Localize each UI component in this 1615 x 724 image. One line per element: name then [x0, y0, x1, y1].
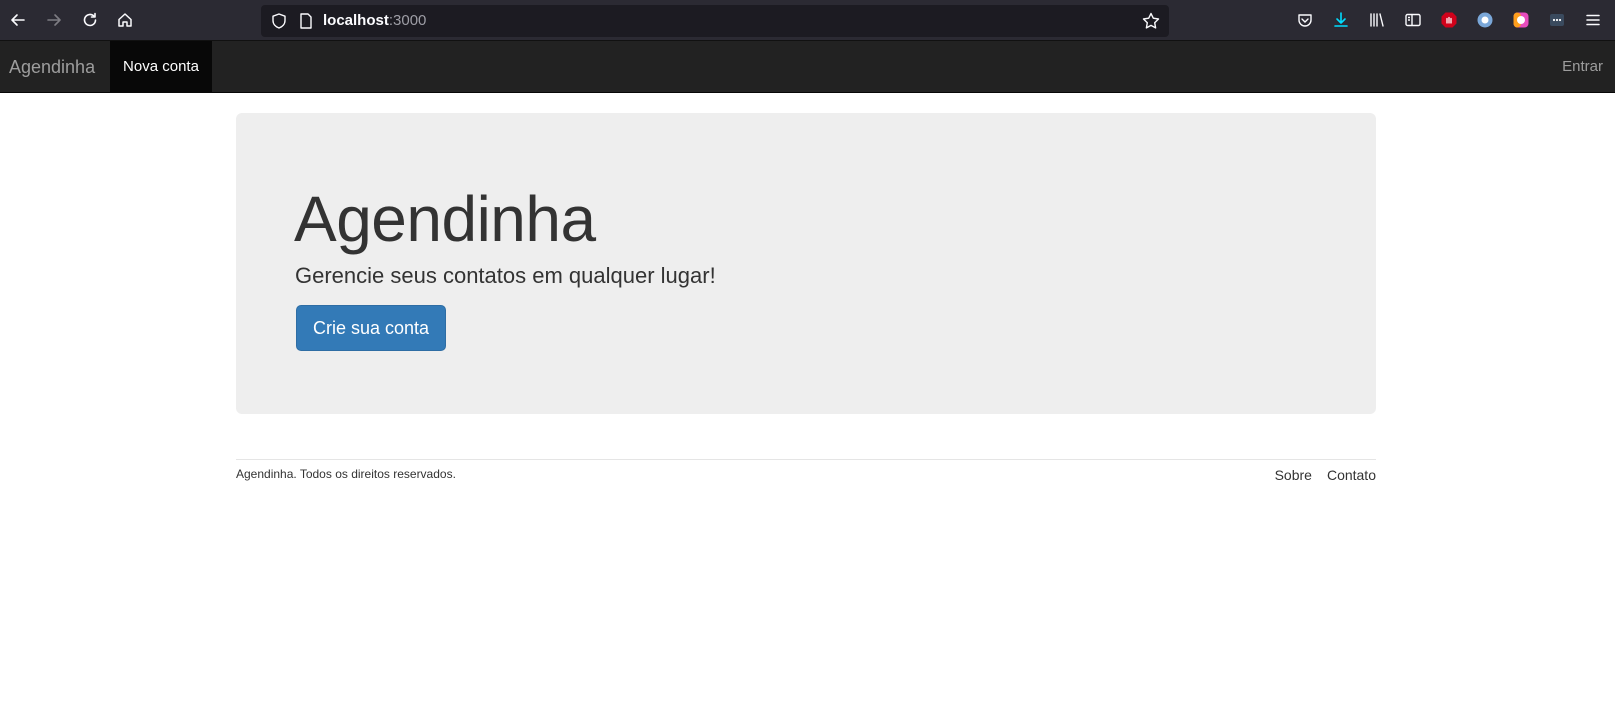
download-icon[interactable] [1331, 10, 1351, 30]
create-account-button[interactable]: Crie sua conta [296, 305, 446, 351]
nav-item-nova-conta[interactable]: Nova conta [110, 41, 212, 93]
shield-icon[interactable] [270, 12, 288, 35]
url-port: :3000 [388, 12, 427, 29]
pocket-icon[interactable] [1295, 10, 1315, 30]
more-extensions-icon[interactable] [1547, 10, 1567, 30]
page-title: Agendinha [294, 183, 596, 255]
sidebar-icon[interactable] [1403, 10, 1423, 30]
app-navbar: Agendinha Nova conta Entrar [0, 41, 1615, 93]
footer-links: Sobre Contato [1275, 467, 1376, 483]
address-bar[interactable]: localhost:3000 [261, 5, 1169, 37]
footer-link-contato[interactable]: Contato [1327, 467, 1376, 483]
menu-hamburger-icon[interactable] [1583, 10, 1603, 30]
page-icon [298, 12, 314, 35]
page-lead: Gerencie seus contatos em qualquer lugar… [295, 263, 716, 288]
footer-divider [236, 459, 1376, 460]
url-text[interactable]: localhost:3000 [323, 12, 426, 30]
back-arrow-icon[interactable] [6, 8, 30, 32]
extension-circle-icon[interactable] [1475, 10, 1495, 30]
navbar-brand[interactable]: Agendinha [9, 41, 95, 93]
footer-link-sobre[interactable]: Sobre [1275, 467, 1312, 483]
bookmark-star-icon[interactable] [1141, 11, 1161, 36]
jumbotron: Agendinha Gerencie seus contatos em qual… [236, 113, 1376, 414]
browser-toolbar: localhost:3000 [0, 0, 1615, 41]
nav-item-entrar[interactable]: Entrar [1562, 41, 1603, 93]
url-host: localhost [323, 12, 389, 29]
forward-arrow-icon[interactable] [42, 8, 66, 32]
color-extension-icon[interactable] [1511, 10, 1531, 30]
home-icon[interactable] [113, 8, 137, 32]
footer-copyright: Agendinha. Todos os direitos reservados. [236, 467, 456, 481]
library-icon[interactable] [1367, 10, 1387, 30]
reload-icon[interactable] [78, 8, 102, 32]
adblock-extension-icon[interactable] [1439, 10, 1459, 30]
